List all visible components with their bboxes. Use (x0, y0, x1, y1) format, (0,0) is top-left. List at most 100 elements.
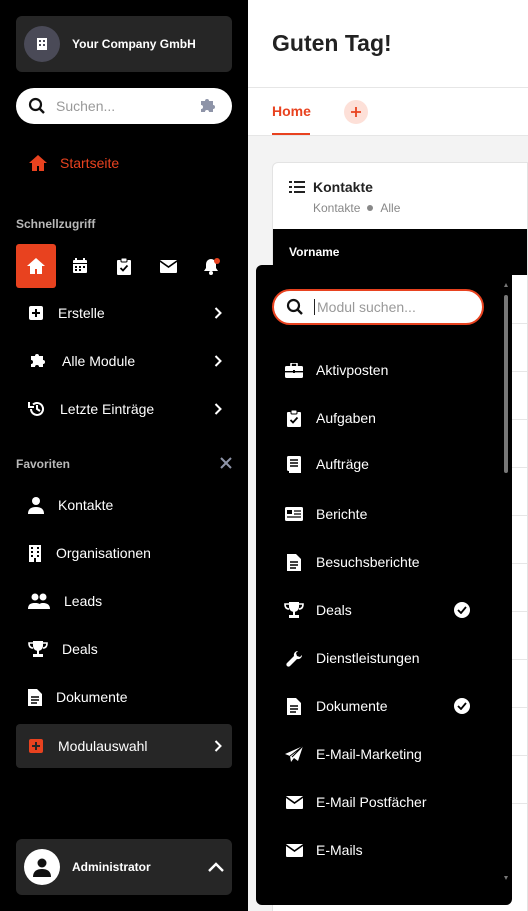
nav-letzte-eintraege-label: Letzte Einträge (60, 401, 155, 417)
module-item-email-postfaecher[interactable]: E-Mail Postfächer (284, 790, 484, 814)
trophy-icon (28, 641, 48, 657)
quick-mail-button[interactable] (148, 244, 188, 288)
chevron-up-icon (208, 862, 224, 872)
company-logo (24, 26, 60, 62)
module-item-email-marketing[interactable]: E-Mail-Marketing (284, 742, 484, 766)
chevron-right-icon (214, 355, 222, 367)
module-item-emails[interactable]: E-Mails (284, 838, 484, 862)
bell-icon (204, 258, 220, 275)
widget-module: Kontakte (313, 201, 361, 215)
module-item-deals[interactable]: Deals (284, 598, 484, 622)
widget-title: Kontakte (289, 179, 373, 195)
favorite-dokumente[interactable]: Dokumente (16, 677, 232, 717)
favorite-leads[interactable]: Leads (16, 581, 232, 621)
user-icon (33, 858, 51, 877)
nav-modulauswahl-label: Modulauswahl (58, 738, 148, 754)
close-icon[interactable] (220, 457, 232, 469)
module-item-label: Aufträge (316, 456, 369, 472)
nav-modulauswahl[interactable]: Modulauswahl (16, 724, 232, 768)
module-item-label: Dokumente (316, 698, 388, 714)
document-icon (287, 698, 301, 715)
separator-dot (367, 205, 374, 211)
quick-notifications-button[interactable] (192, 244, 232, 288)
favorite-deals-label: Deals (62, 641, 98, 657)
mail-icon (159, 259, 177, 273)
puzzle-icon (31, 354, 45, 367)
add-tab-button[interactable] (344, 100, 368, 124)
module-item-label: E-Mail Postfächer (316, 794, 427, 810)
module-item-label: Aufgaben (316, 410, 376, 426)
column-header-vorname[interactable]: Vorname (289, 245, 339, 259)
quick-tasks-button[interactable] (104, 244, 144, 288)
module-item-label: Dienstleistungen (316, 650, 420, 666)
text-caret (314, 299, 315, 315)
search-input[interactable]: Suchen... (56, 98, 198, 114)
module-item-label: Besuchsberichte (316, 554, 420, 570)
plus-square-icon (29, 306, 43, 320)
search-icon (28, 97, 45, 114)
building-icon (29, 544, 41, 562)
module-search[interactable]: Modul suchen... (272, 289, 484, 325)
quick-home-button[interactable] (16, 244, 56, 288)
avatar (24, 849, 60, 885)
widget-title-label: Kontakte (313, 179, 373, 195)
module-dropdown: Modul suchen... Aktivposten Aufgaben Auf… (256, 265, 512, 905)
module-item-aufgaben[interactable]: Aufgaben (284, 406, 484, 430)
chevron-right-icon (214, 307, 222, 319)
sidebar-search[interactable]: Suchen... (16, 88, 232, 124)
company-switcher[interactable]: Your Company GmbH (16, 16, 232, 72)
order-icon (287, 455, 301, 473)
tab-active-indicator (272, 133, 310, 135)
building-icon (37, 38, 47, 50)
quick-calendar-button[interactable] (60, 244, 100, 288)
tab-bar: Home (248, 88, 528, 136)
users-icon (28, 593, 50, 609)
module-item-aktivposten[interactable]: Aktivposten (284, 358, 484, 382)
module-item-besuchsberichte[interactable]: Besuchsberichte (284, 550, 484, 574)
module-item-dienstleistungen[interactable]: Dienstleistungen (284, 646, 484, 670)
nav-erstelle[interactable]: Erstelle (16, 293, 232, 333)
user-menu[interactable]: Administrator (16, 839, 232, 895)
favorite-deals[interactable]: Deals (16, 629, 232, 669)
module-item-label: Aktivposten (316, 362, 389, 378)
widget-breadcrumb: Kontakte Alle (313, 201, 400, 215)
favorite-kontakte[interactable]: Kontakte (16, 485, 232, 525)
scrollbar-thumb[interactable] (504, 295, 508, 473)
header: Guten Tag! (248, 0, 528, 88)
nav-alle-module-label: Alle Module (62, 353, 136, 369)
module-item-label: E-Mails (316, 842, 363, 858)
wrench-icon (285, 650, 302, 667)
nav-startseite[interactable]: Startseite (28, 154, 119, 172)
clipboard-check-icon (287, 409, 301, 427)
plus-icon (351, 107, 361, 117)
module-item-dokumente[interactable]: Dokumente (284, 694, 484, 718)
nav-letzte-eintraege[interactable]: Letzte Einträge (16, 389, 232, 429)
quick-access-bar (16, 244, 236, 288)
report-icon (285, 507, 303, 521)
module-item-label: Deals (316, 602, 352, 618)
plus-square-icon (29, 739, 43, 753)
module-search-input[interactable]: Modul suchen... (317, 299, 416, 315)
module-item-auftraege[interactable]: Aufträge (284, 452, 484, 476)
widget-filter[interactable]: Alle (380, 201, 400, 215)
chevron-right-icon (214, 740, 222, 752)
favorite-leads-label: Leads (64, 593, 103, 609)
chevron-right-icon (214, 403, 222, 415)
favorite-dokumente-label: Dokumente (56, 689, 128, 705)
mail-icon (285, 795, 303, 809)
home-icon (29, 155, 47, 171)
favorite-organisationen-label: Organisationen (56, 545, 151, 561)
company-name: Your Company GmbH (72, 37, 196, 51)
tab-home[interactable]: Home (272, 103, 311, 119)
scroll-down-icon[interactable] (504, 876, 508, 880)
user-name: Administrator (72, 860, 151, 874)
favorite-kontakte-label: Kontakte (58, 497, 114, 513)
module-item-label: Berichte (316, 506, 368, 522)
puzzle-icon (201, 99, 215, 112)
scroll-up-icon[interactable] (504, 283, 508, 287)
favorites-title: Favoriten (16, 457, 71, 471)
module-item-berichte[interactable]: Berichte (284, 502, 484, 526)
nav-alle-module[interactable]: Alle Module (16, 341, 232, 381)
module-item-label: E-Mail-Marketing (316, 746, 422, 762)
favorite-organisationen[interactable]: Organisationen (16, 533, 232, 573)
